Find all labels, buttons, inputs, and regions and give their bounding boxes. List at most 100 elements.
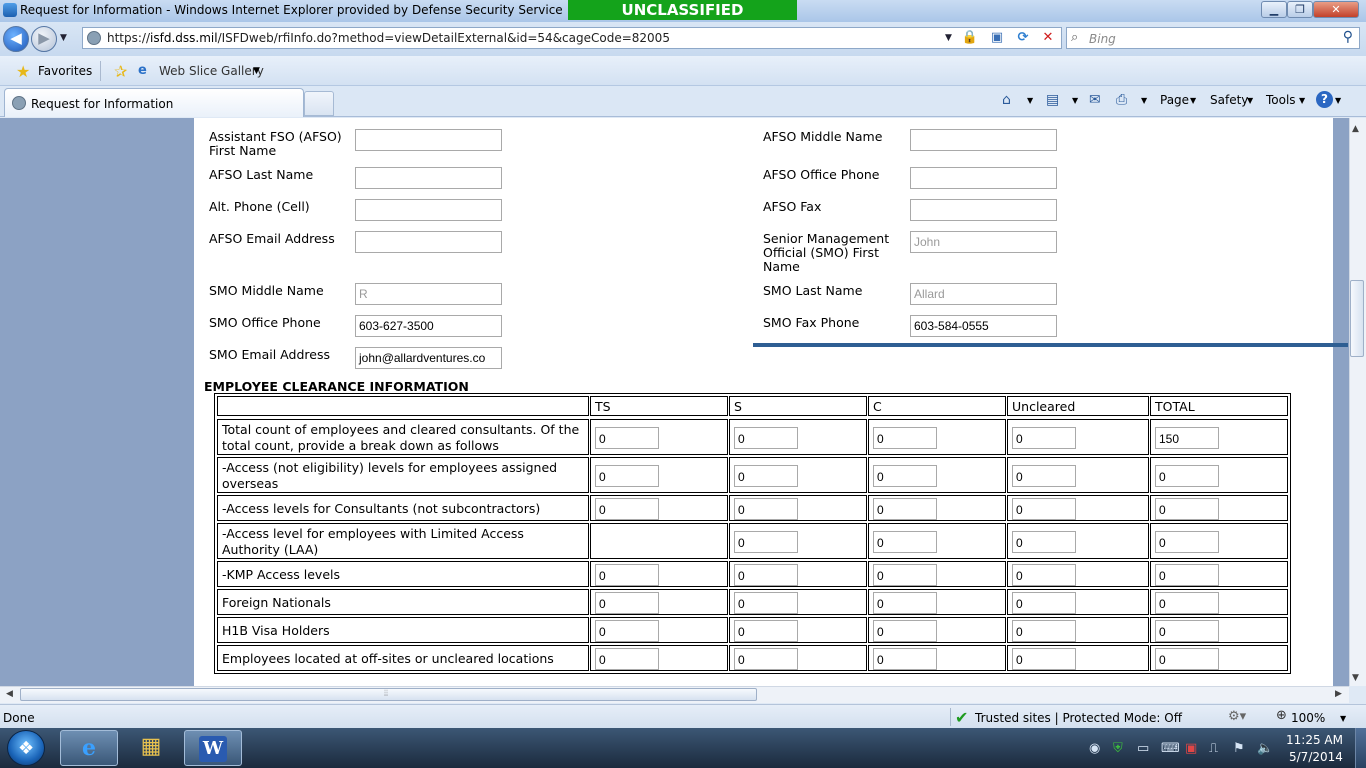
count-input-s[interactable]: 0 (734, 465, 798, 487)
forward-button[interactable]: ▶ (31, 26, 57, 52)
smo-email-input[interactable]: john@allardventures.co (355, 347, 502, 369)
refresh-icon[interactable]: ⟳ (1014, 30, 1032, 46)
clock-time[interactable]: 11:25 AM (1286, 733, 1343, 747)
count-input-s[interactable]: 0 (734, 498, 798, 520)
count-input-total[interactable]: 150 (1155, 427, 1219, 449)
afso-first-name-input[interactable] (355, 129, 502, 151)
address-dropdown[interactable]: ▼ (945, 33, 952, 43)
count-input-uncleared[interactable]: 0 (1012, 648, 1076, 670)
count-input-uncleared[interactable]: 0 (1012, 564, 1076, 586)
tools-menu[interactable]: Tools (1266, 93, 1296, 107)
zoom-icon[interactable]: ⊕ (1276, 708, 1287, 723)
chevron-down-icon[interactable]: ▼ (1190, 96, 1196, 105)
count-input-total[interactable]: 0 (1155, 620, 1219, 642)
web-slice-icon[interactable]: e (138, 63, 154, 79)
chevron-down-icon[interactable]: ▼ (1141, 96, 1147, 105)
print-icon[interactable]: ⎙ (1116, 92, 1127, 108)
address-bar[interactable]: https://isfd.dss.mil/ISFDweb/rfiInfo.do?… (82, 27, 1062, 49)
protected-mode-icon[interactable]: ⚙▾ (1228, 709, 1246, 724)
tray-usb-icon[interactable]: ⎍ (1209, 741, 1218, 756)
web-slice-gallery-link[interactable]: Web Slice Gallery (159, 64, 264, 78)
close-window-button[interactable]: ✕ (1313, 1, 1359, 18)
afso-fax-input[interactable] (910, 199, 1057, 221)
count-input-s[interactable]: 0 (734, 620, 798, 642)
maximize-button[interactable]: ❐ (1287, 1, 1313, 18)
count-input-c[interactable]: 0 (873, 648, 937, 670)
count-input-c[interactable]: 0 (873, 592, 937, 614)
afso-office-phone-input[interactable] (910, 167, 1057, 189)
smo-office-phone-input[interactable]: 603-627-3500 (355, 315, 502, 337)
count-input-ts[interactable]: 0 (595, 648, 659, 670)
alt-phone-input[interactable] (355, 199, 502, 221)
chevron-down-icon[interactable]: ▼ (1299, 96, 1305, 105)
taskbar-word[interactable]: W (184, 730, 242, 766)
count-input-c[interactable]: 0 (873, 498, 937, 520)
lock-icon[interactable]: 🔒 (961, 30, 979, 46)
chevron-down-icon[interactable]: ▼ (1335, 96, 1341, 105)
count-input-ts[interactable]: 0 (595, 498, 659, 520)
feeds-icon[interactable]: ▤ (1046, 92, 1059, 108)
smo-middle-name-input[interactable]: R (355, 283, 502, 305)
help-icon[interactable]: ? (1316, 91, 1333, 108)
count-input-c[interactable]: 0 (873, 465, 937, 487)
count-input-c[interactable]: 0 (873, 531, 937, 553)
afso-middle-name-input[interactable] (910, 129, 1057, 151)
favorites-star-icon[interactable]: ★ (16, 62, 30, 81)
count-input-s[interactable]: 0 (734, 592, 798, 614)
count-input-s[interactable]: 0 (734, 531, 798, 553)
taskbar-internet-explorer[interactable]: e (60, 730, 118, 766)
count-input-ts[interactable]: 0 (595, 427, 659, 449)
taskbar-file-explorer[interactable]: ▦ (122, 730, 180, 766)
compatibility-view-icon[interactable]: ▣ (988, 30, 1006, 46)
scroll-left-icon[interactable]: ◀ (6, 689, 13, 699)
count-input-uncleared[interactable]: 0 (1012, 592, 1076, 614)
scroll-down-icon[interactable]: ▼ (1352, 673, 1359, 683)
chevron-down-icon[interactable]: ▼ (1247, 96, 1253, 105)
minimize-button[interactable]: ▁ (1261, 1, 1287, 18)
count-input-total[interactable]: 0 (1155, 465, 1219, 487)
count-input-s[interactable]: 0 (734, 564, 798, 586)
back-button[interactable]: ◀ (3, 26, 29, 52)
new-tab-button[interactable] (304, 91, 334, 116)
scroll-right-icon[interactable]: ▶ (1335, 689, 1342, 699)
stop-icon[interactable]: ✕ (1039, 30, 1057, 46)
count-input-ts[interactable]: 0 (595, 592, 659, 614)
security-zone-status[interactable]: Trusted sites | Protected Mode: Off (975, 711, 1182, 725)
search-input[interactable]: Bing (1089, 32, 1116, 46)
count-input-uncleared[interactable]: 0 (1012, 498, 1076, 520)
tray-volume-icon[interactable]: 🔈 (1257, 741, 1273, 756)
smo-first-name-input[interactable]: John (910, 231, 1057, 253)
count-input-uncleared[interactable]: 0 (1012, 531, 1076, 553)
smo-last-name-input[interactable]: Allard (910, 283, 1057, 305)
start-button[interactable]: ❖ (7, 730, 45, 766)
home-icon[interactable]: ⌂ (1002, 92, 1011, 108)
count-input-uncleared[interactable]: 0 (1012, 620, 1076, 642)
count-input-total[interactable]: 0 (1155, 592, 1219, 614)
count-input-ts[interactable]: 0 (595, 620, 659, 642)
add-favorite-icon[interactable]: ✰ (114, 62, 127, 81)
count-input-s[interactable]: 0 (734, 648, 798, 670)
page-menu[interactable]: Page (1160, 93, 1189, 107)
chevron-down-icon[interactable]: ▼ (1027, 96, 1033, 105)
afso-email-input[interactable] (355, 231, 502, 253)
chevron-down-icon[interactable]: ▼ (1340, 714, 1346, 723)
tray-pdf-icon[interactable]: ▣ (1185, 741, 1197, 756)
afso-last-name-input[interactable] (355, 167, 502, 189)
clock-date[interactable]: 5/7/2014 (1289, 750, 1343, 764)
count-input-total[interactable]: 0 (1155, 648, 1219, 670)
count-input-total[interactable]: 0 (1155, 564, 1219, 586)
count-input-c[interactable]: 0 (873, 620, 937, 642)
vertical-scrollbar[interactable] (1349, 118, 1366, 686)
safety-menu[interactable]: Safety (1210, 93, 1248, 107)
count-input-ts[interactable]: 0 (595, 465, 659, 487)
zoom-level[interactable]: 100% (1291, 711, 1325, 725)
horizontal-scroll-thumb[interactable] (20, 688, 757, 701)
address-text[interactable]: https://isfd.dss.mil/ISFDweb/rfiInfo.do?… (107, 31, 670, 45)
tab-request-for-information[interactable]: Request for Information (4, 88, 304, 117)
vertical-scroll-thumb[interactable] (1350, 280, 1364, 357)
tray-network-icon[interactable]: ◉ (1089, 741, 1100, 756)
count-input-uncleared[interactable]: 0 (1012, 465, 1076, 487)
chevron-down-icon[interactable]: ▼ (1072, 96, 1078, 105)
tray-shield-icon[interactable]: ⛨ (1113, 741, 1123, 756)
tray-display-icon[interactable]: ▭ (1137, 741, 1149, 756)
